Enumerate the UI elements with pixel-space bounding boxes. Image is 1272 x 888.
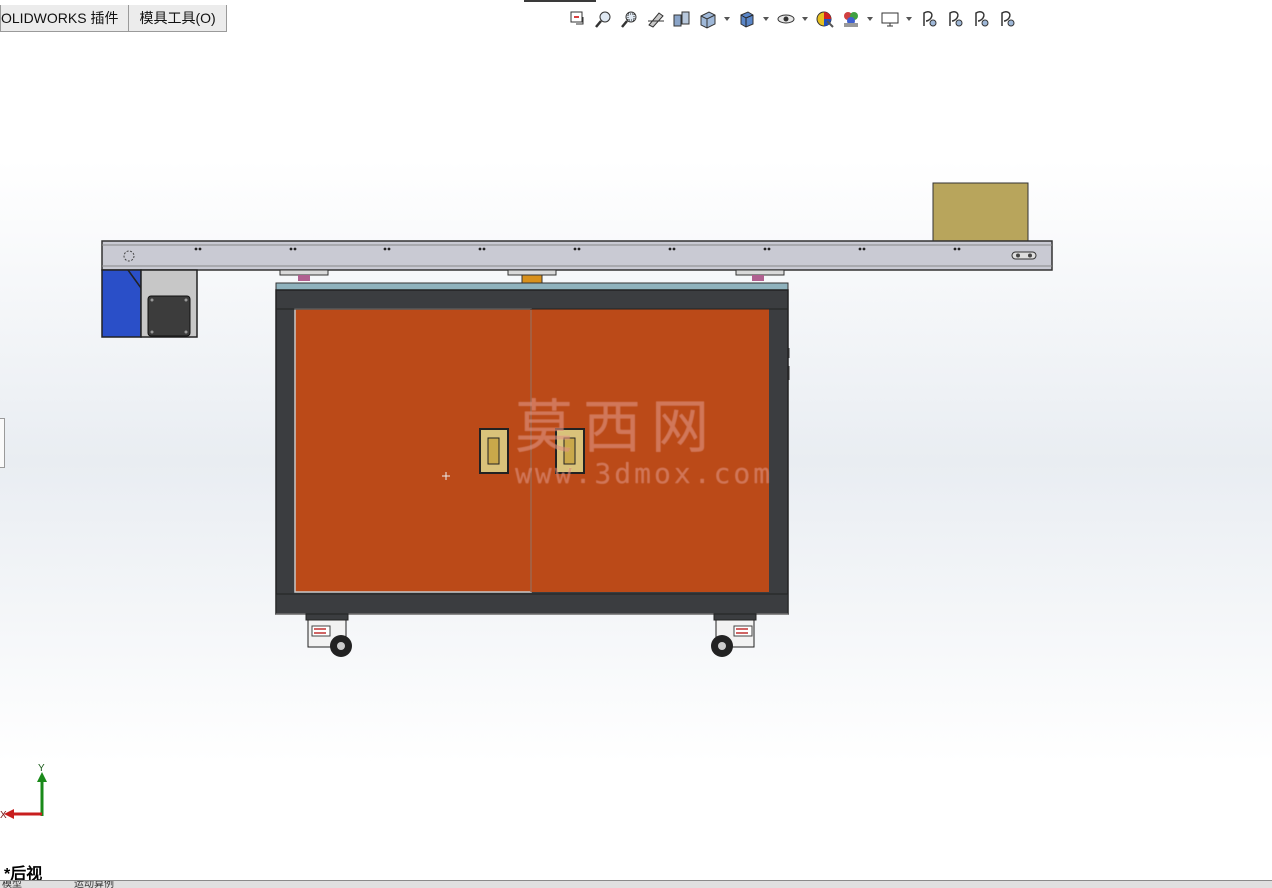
conveyor-beam	[101, 240, 1053, 271]
caster-right	[711, 613, 757, 657]
watermark-chinese: 莫西网	[515, 393, 720, 461]
watermark: 莫西网 www.3dmox.com	[515, 395, 773, 489]
door-handle-left	[479, 428, 509, 474]
triad-y-label: Y	[38, 763, 45, 774]
reference-triad[interactable]: Y X	[0, 763, 47, 821]
triad-x-label: X	[0, 810, 7, 821]
drive-motor	[101, 269, 198, 338]
watermark-url: www.3dmox.com	[515, 457, 774, 490]
caster-left	[305, 613, 352, 657]
product-box	[932, 182, 1029, 242]
